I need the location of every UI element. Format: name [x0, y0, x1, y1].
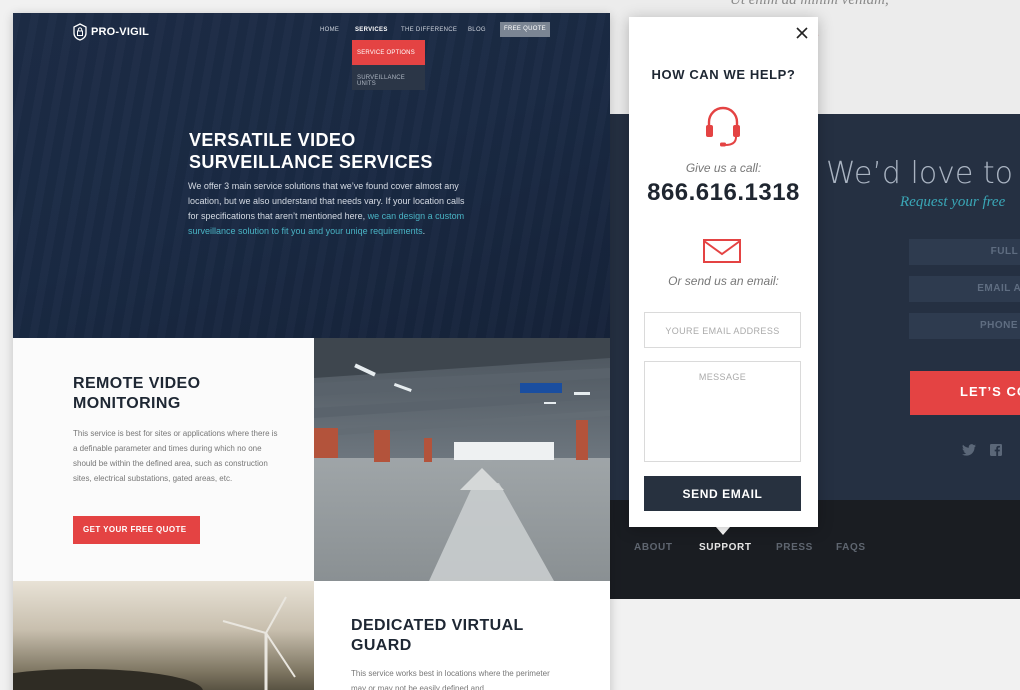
hero-title-line: SURVEILLANCE SERVICES [189, 152, 433, 172]
send-email-button[interactable]: SEND EMAIL [644, 476, 801, 511]
nav-the-difference[interactable]: THE DIFFERENCE [401, 27, 457, 33]
footer-nav-about[interactable]: ABOUT [634, 542, 673, 553]
dropdown-item-surveillance-units[interactable]: SURVEILLANCE UNITS [352, 65, 425, 90]
hero-background-texture [13, 13, 610, 338]
popup-title: HOW CAN WE HELP? [651, 67, 796, 82]
background-heading: We’d love to w [826, 156, 1020, 191]
background-fullname-field[interactable]: FULL N [909, 239, 1020, 265]
hero-title: VERSATILE VIDEO SURVEILLANCE SERVICES [189, 129, 433, 173]
parking-garage-photo [314, 338, 610, 581]
email-input[interactable]: YOURE EMAIL ADDRESS [644, 312, 801, 348]
background-subheading: Request your free [900, 194, 1006, 210]
twitter-icon[interactable] [962, 444, 976, 456]
nav-free-quote-button[interactable]: FREE QUOTE [500, 22, 550, 37]
virtual-guard-title: DEDICATED VIRTUAL GUARD [351, 616, 524, 656]
close-icon[interactable] [794, 25, 810, 41]
parking-garage-image [314, 338, 610, 581]
logo[interactable]: PRO-VIGIL [73, 23, 149, 41]
footer-pointer [716, 527, 730, 535]
section-title-line: GUARD [351, 637, 412, 654]
hero-title-line: VERSATILE VIDEO [189, 130, 356, 150]
remote-monitoring-section: REMOTE VIDEO MONITORING This service is … [13, 338, 314, 581]
hero-body-end: . [422, 226, 426, 236]
footer-nav-press[interactable]: PRESS [776, 542, 813, 553]
virtual-guard-body: This service works best in locations whe… [351, 669, 550, 690]
shield-lock-icon [73, 23, 87, 41]
remote-monitoring-body: This service is best for sites or applic… [73, 429, 278, 483]
message-textarea[interactable]: MESSAGE [644, 361, 801, 462]
remote-monitoring-title: REMOTE VIDEO MONITORING [73, 374, 200, 414]
hero-section: PRO-VIGIL HOME SERVICES THE DIFFERENCE B… [13, 13, 610, 338]
email-label: Or send us an email: [668, 274, 779, 288]
section-title-line: MONITORING [73, 395, 181, 412]
wind-turbine-photo [13, 581, 314, 690]
background-top-text: Ut enim ad minim veniam, [730, 0, 889, 8]
background-cta-button[interactable]: LET’S CO [910, 371, 1020, 415]
get-free-quote-button[interactable]: GET YOUR FREE QUOTE [73, 516, 200, 544]
website-mockup: PRO-VIGIL HOME SERVICES THE DIFFERENCE B… [13, 13, 610, 690]
nav-home[interactable]: HOME [320, 27, 339, 33]
dropdown-item-service-options[interactable]: SERVICE OPTIONS [352, 40, 425, 65]
envelope-icon [703, 239, 741, 263]
hero-body: We offer 3 main service solutions that w… [188, 179, 473, 239]
services-dropdown: SERVICE OPTIONS SURVEILLANCE UNITS [352, 40, 425, 90]
contact-popup: HOW CAN WE HELP? Give us a call: 866.616… [629, 17, 818, 527]
wind-turbine-image [13, 596, 296, 690]
section-title-line: REMOTE VIDEO [73, 375, 201, 392]
background-email-field[interactable]: EMAIL AD [909, 276, 1020, 302]
nav-services[interactable]: SERVICES [355, 27, 388, 33]
call-label: Give us a call: [685, 161, 762, 175]
section-title-line: DEDICATED VIRTUAL [351, 617, 524, 634]
background-phone-field[interactable]: PHONE N [909, 313, 1020, 339]
footer-nav-support[interactable]: SUPPORT [699, 542, 752, 553]
logo-text: PRO-VIGIL [91, 26, 150, 38]
facebook-icon[interactable] [990, 444, 1002, 456]
nav-blog[interactable]: BLOG [468, 27, 486, 33]
phone-number[interactable]: 866.616.1318 [629, 179, 818, 207]
headset-icon [706, 106, 740, 147]
virtual-guard-section: DEDICATED VIRTUAL GUARD This service wor… [314, 581, 610, 690]
footer-nav-faqs[interactable]: FAQS [836, 542, 866, 553]
